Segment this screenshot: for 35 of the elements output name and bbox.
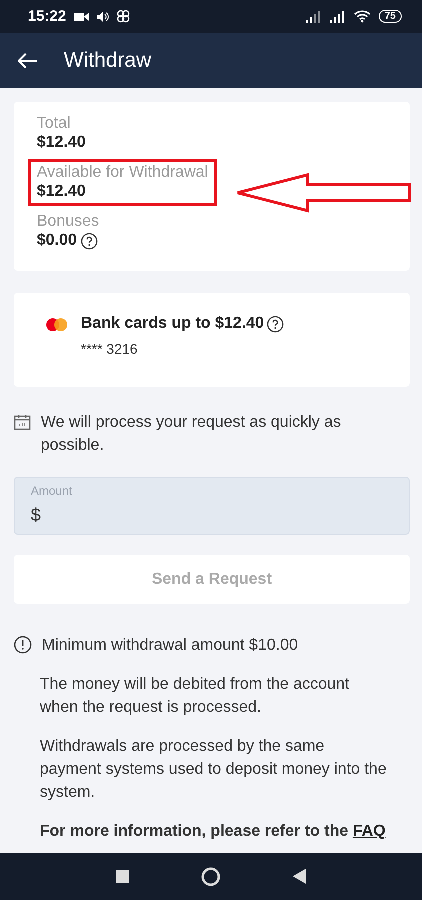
battery-level: 75	[378, 10, 402, 23]
fan-icon	[117, 10, 130, 23]
help-icon[interactable]	[81, 232, 98, 250]
payment-method-card[interactable]: Bank cards up to $12.40 **** 3216	[14, 293, 410, 387]
balance-label: Total	[37, 115, 72, 133]
notice-text: We will process your request as quickly as possible.	[41, 413, 342, 456]
calendar-icon	[14, 414, 31, 431]
signal-icon	[330, 10, 346, 22]
home-icon[interactable]	[201, 866, 221, 886]
balance-label: Available for Withdrawal	[37, 164, 208, 182]
camera-icon	[74, 12, 90, 22]
balance-value: $12.40	[37, 183, 86, 201]
screen-title: Withdraw	[64, 48, 152, 72]
method-title: Bank cards up to $12.40	[81, 315, 264, 333]
clock: 15:22	[28, 8, 66, 25]
info-text: The money will be debited from the account when the request is processed.	[40, 675, 350, 718]
card-number: **** 3216	[81, 341, 139, 357]
balance-value: $0.00	[37, 232, 78, 250]
card-logo-icon	[46, 318, 68, 332]
warning-icon	[14, 636, 32, 654]
currency-prefix: $	[31, 505, 42, 526]
balance-label: Bonuses	[37, 213, 100, 231]
field-label: Amount	[31, 484, 74, 498]
wifi-icon	[354, 10, 371, 23]
faq-link[interactable]: FAQ	[352, 823, 386, 840]
amount-field[interactable]: Amount $	[14, 477, 410, 535]
back-arrow-icon[interactable]	[18, 52, 38, 68]
speaker-icon	[97, 10, 110, 22]
back-icon[interactable]	[293, 869, 306, 884]
info-text: Withdrawals are processed by the same payment systems used to deposit money into the system.	[40, 737, 388, 803]
info-text: Minimum withdrawal amount $10.00	[42, 636, 298, 656]
signal-icon	[306, 10, 322, 22]
help-icon[interactable]	[267, 316, 284, 332]
info-text: For more information, please refer to the FAQ	[40, 822, 386, 842]
balance-value: $12.40	[37, 134, 86, 152]
